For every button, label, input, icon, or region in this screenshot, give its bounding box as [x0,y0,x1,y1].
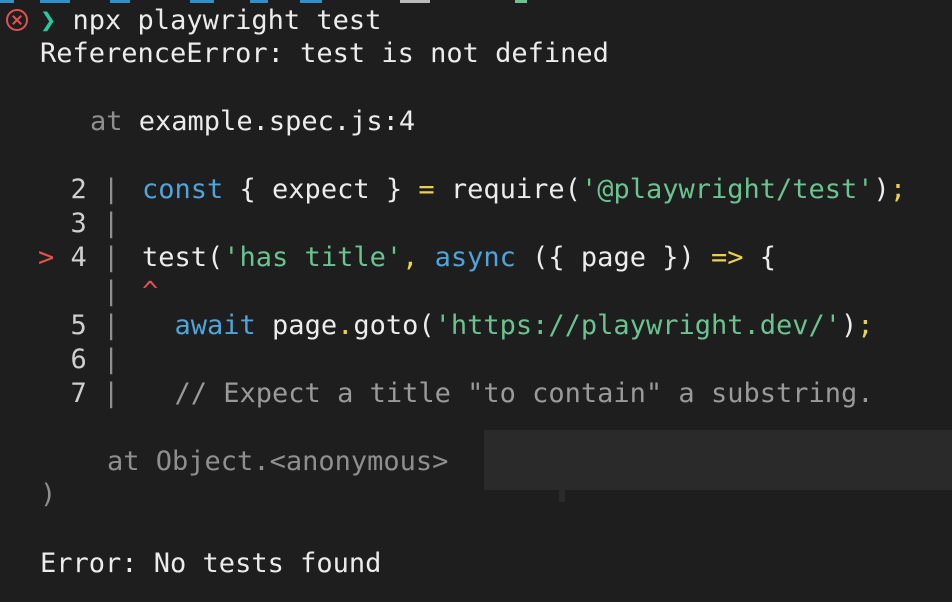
code-token-plain: { [743,242,777,273]
line-number: 6 [54,344,104,375]
line-number: 7 [54,378,104,409]
code-token-keyword: const [142,174,224,205]
code-token-operator: ; [889,174,907,205]
code-token-plain: page [255,310,338,341]
command-line: ❯ npx playwright test [40,4,381,38]
command-text: npx playwright test [72,5,382,36]
line-marker [38,208,54,239]
code-token-plain: ({ page }) [515,242,711,273]
code-token-operator: , [402,242,419,273]
code-token-plain: ) [873,174,890,205]
code-line: > 4 | [38,241,119,275]
code-line: 3 | [38,207,120,241]
code-line: | [38,275,119,309]
error-caret: ^ [142,276,159,307]
code-token-keyword: async [434,242,516,273]
code-content: test('has title', async ({ page }) => { [142,241,776,275]
stack-frame: at Object.<anonymous> [107,445,448,479]
location-at-label: at [90,106,123,137]
gutter-separator: | [103,208,120,239]
line-number [54,276,103,307]
line-number: 4 [54,242,104,273]
code-token-operator: . [337,310,354,341]
code-token-operator: ; [857,310,874,341]
code-content: await page.goto('https://playwright.dev/… [142,309,874,343]
line-marker: > [38,242,55,273]
code-line: 7 | [38,377,120,411]
gutter-separator: | [103,378,120,409]
code-token-keyword: await [174,310,256,341]
line-number: 3 [54,208,104,239]
gutter-separator: | [103,242,120,273]
error-location: at example.spec.js:4 [90,105,415,139]
code-line: 5 | [38,309,120,343]
code-token-string: 'has title' [223,242,403,273]
code-token-plain: { expect } [223,174,419,205]
previous-prompt-sliver [0,0,560,3]
code-token-plain: test( [142,242,224,273]
final-error-message: Error: No tests found [40,548,382,579]
stack-frame-name: Object.<anonymous> [155,446,449,477]
overlay-panel [484,430,952,490]
code-line: 2 | [38,173,120,207]
overlay-cursor-mark [559,490,565,502]
line-marker [38,344,54,375]
prompt-arrow-icon: ❯ [40,5,57,36]
code-line: 6 | [38,343,120,377]
code-token-plain: require( [434,174,581,205]
error-circle-x-icon [6,9,28,31]
error-message: ReferenceError: test is not defined [40,38,609,69]
line-number: 2 [54,174,104,205]
code-token-plain: goto( [353,310,435,341]
code-content: const { expect } = require('@playwright/… [142,173,906,207]
gutter-separator: | [103,344,120,375]
code-token-operator: => [710,242,744,273]
closing-paren: ) [40,479,57,510]
code-token-operator: = [418,174,435,205]
location-file: example.spec.js:4 [138,106,416,137]
gutter-separator: | [103,310,120,341]
code-token-string: '@playwright/test' [580,174,874,205]
line-marker [38,310,54,341]
line-marker [38,174,54,205]
gutter-separator: | [103,276,120,307]
line-marker [38,378,54,409]
code-content: // Expect a title "to contain" a substri… [142,377,874,411]
stack-at-label: at [107,446,140,477]
code-token-plain: ) [841,310,858,341]
terminal-window: { "terminal": { "prompt_symbol": "❯", "c… [0,0,952,602]
code-token-string: 'https://playwright.dev/' [434,310,842,341]
code-token-comment: // Expect a title "to contain" a substri… [174,378,874,409]
line-marker [38,276,54,307]
gutter-separator: | [103,174,120,205]
code-content: ^ [142,275,158,309]
line-number: 5 [54,310,104,341]
